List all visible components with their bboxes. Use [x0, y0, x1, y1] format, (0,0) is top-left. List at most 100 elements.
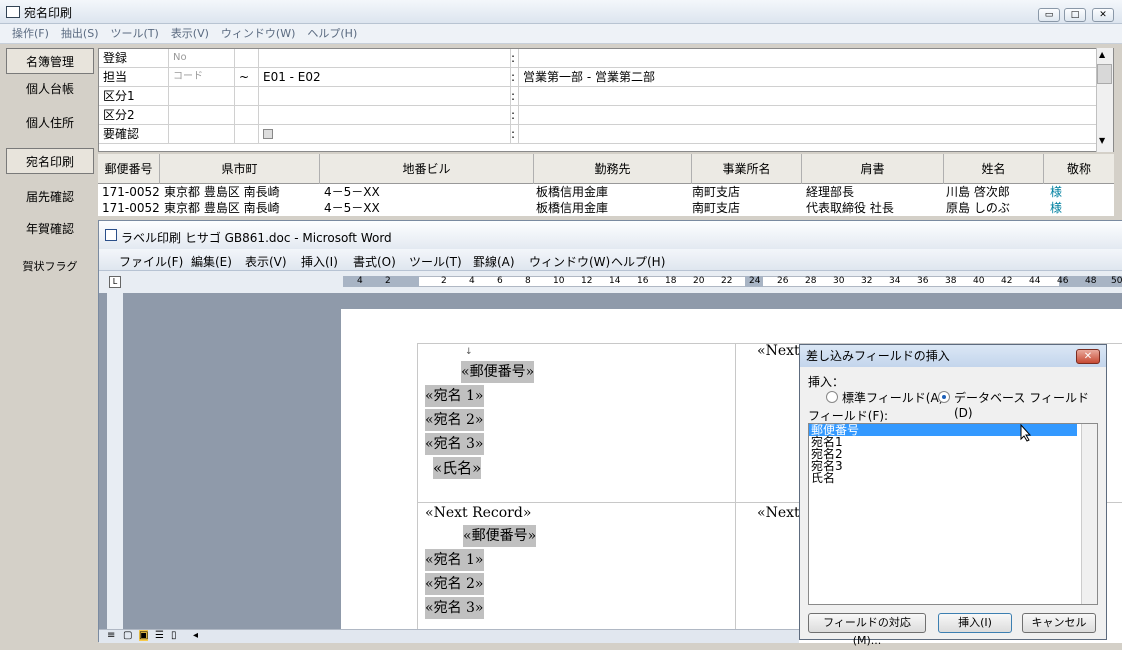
col-header[interactable]: 県市町 [160, 154, 320, 184]
form-sep: : [511, 106, 519, 124]
merge-field[interactable]: «郵便番号» [463, 525, 537, 547]
sidebar-item-kojin-daicho[interactable]: 個人台帳 [6, 76, 94, 102]
list-item[interactable]: 氏名 [809, 472, 1097, 484]
word-menu-window[interactable]: ウィンドウ(W) [529, 253, 610, 270]
form-label: 区分1 [99, 87, 169, 105]
sidebar-item-meibo[interactable]: 名簿管理 [6, 48, 94, 74]
horizontal-ruler[interactable]: L 4 2 2 4 6 8 10 12 14 16 18 20 22 24 26 28 30 32 34 36 38 40… [99, 271, 1122, 293]
next-record-field[interactable]: «Next [757, 343, 800, 359]
col-header[interactable]: 郵便番号 [98, 154, 160, 184]
col-header[interactable]: 肩書 [802, 154, 944, 184]
form-label: 担当 [99, 68, 169, 86]
form-value[interactable]: E01 - E02 [259, 68, 511, 86]
cell-street: 4－5－XX [324, 185, 380, 199]
word-title: ラベル印刷 ヒサゴ GB861.doc - Microsoft Word [121, 231, 392, 245]
cell-title: 代表取締役 社長 [806, 201, 894, 215]
word-menu-format[interactable]: 書式(O) [353, 253, 396, 270]
app-icon [6, 6, 20, 18]
view-normal-icon[interactable]: ≡ [107, 630, 115, 641]
col-header[interactable]: 地番ビル [320, 154, 534, 184]
ruler-tick-label: 36 [917, 276, 929, 286]
scroll-thumb[interactable] [1097, 64, 1112, 84]
form-value[interactable] [259, 87, 511, 105]
menu-window[interactable]: ウィンドウ(W) [221, 24, 295, 44]
ruler-tick-label: 4 [357, 276, 363, 286]
sidebar-item-atena-insatsu[interactable]: 宛名印刷 [6, 148, 94, 174]
radio-standard-field[interactable] [826, 391, 838, 403]
merge-field[interactable]: «郵便番号» [461, 361, 535, 383]
field-match-button[interactable]: フィールドの対応(M)... [808, 613, 926, 647]
merge-field[interactable]: «宛名 1» [425, 549, 484, 571]
ruler-tick-label: 14 [609, 276, 621, 286]
word-menu-help[interactable]: ヘルプ(H) [611, 253, 665, 270]
scroll-down-icon[interactable]: ▼ [1099, 136, 1105, 145]
sidebar-item-todokesaki[interactable]: 届先確認 [6, 184, 94, 210]
scroll-left-icon[interactable]: ◂ [193, 630, 198, 641]
mouse-cursor-icon [1020, 424, 1032, 442]
list-item[interactable]: 宛名2 [809, 448, 1097, 460]
dialog-close-button[interactable]: ✕ [1076, 349, 1100, 364]
close-button[interactable]: ✕ [1092, 8, 1114, 22]
minimize-button[interactable]: ▭ [1038, 8, 1060, 22]
insert-button[interactable]: 挿入(I) [938, 613, 1012, 633]
menu-view[interactable]: 表示(V) [171, 24, 209, 44]
ruler-tick-label: 2 [441, 276, 447, 286]
app-menubar: 操作(F) 抽出(S) ツール(T) 表示(V) ウィンドウ(W) ヘルプ(H) [0, 24, 1122, 44]
confirm-checkbox[interactable] [263, 129, 273, 139]
form-value[interactable] [259, 106, 511, 124]
radio-standard-label[interactable]: 標準フィールド(A) [842, 389, 943, 406]
word-menu-insert[interactable]: 挿入(I) [301, 253, 338, 270]
form-op: ~ [235, 68, 259, 86]
form-sub [169, 106, 235, 124]
fields-listbox[interactable]: 郵便番号 宛名1 宛名2 宛名3 氏名 [808, 423, 1098, 605]
maximize-button[interactable]: □ [1064, 8, 1086, 22]
col-header[interactable]: 敬称 [1044, 154, 1114, 184]
table-row[interactable]: 171-0052 東京都 豊島区 南長崎 4－5－XX 板橋信用金庫 南町支店 … [98, 184, 1114, 200]
merge-field[interactable]: «宛名 2» [425, 409, 484, 431]
word-menu-view[interactable]: 表示(V) [245, 253, 287, 270]
next-record-field[interactable]: «Next Record» [425, 505, 531, 521]
merge-field[interactable]: «宛名 3» [425, 597, 484, 619]
menu-tools[interactable]: ツール(T) [111, 24, 159, 44]
word-menu-file[interactable]: ファイル(F) [119, 253, 183, 270]
col-header[interactable]: 姓名 [944, 154, 1044, 184]
ruler-tick-label: 48 [1085, 276, 1097, 286]
view-web-icon[interactable]: ▢ [123, 630, 132, 641]
view-reading-icon[interactable]: ▯ [171, 630, 177, 641]
sidebar-item-nenga[interactable]: 年賀確認 [6, 216, 94, 242]
list-item[interactable]: 郵便番号 [809, 424, 1077, 436]
merge-field[interactable]: «氏名» [433, 457, 482, 479]
table-row[interactable]: 171-0052 東京都 豊島区 南長崎 4－5－XX 板橋信用金庫 南町支店 … [98, 200, 1114, 216]
radio-database-field[interactable] [938, 391, 950, 403]
next-record-field[interactable]: «Next [757, 505, 800, 521]
sidebar-item-kojin-jusho[interactable]: 個人住所 [6, 110, 94, 136]
form-scrollbar[interactable]: ▲ ▼ [1096, 48, 1113, 152]
view-print-icon[interactable]: ▣ [139, 630, 149, 641]
form-value[interactable] [259, 49, 511, 67]
menu-help[interactable]: ヘルプ(H) [307, 24, 357, 44]
merge-field[interactable]: «宛名 3» [425, 433, 484, 455]
ruler-tick-label: 46 [1057, 276, 1069, 286]
sidebar-item-gajo-flag[interactable]: 賀状フラグ [6, 254, 94, 280]
menu-extract[interactable]: 抽出(S) [61, 24, 99, 44]
view-outline-icon[interactable]: ☰ [155, 630, 164, 641]
col-header[interactable]: 勤務先 [534, 154, 692, 184]
radio-database-label[interactable]: データベース フィールド(D) [954, 389, 1106, 420]
word-title-bar: ラベル印刷 ヒサゴ GB861.doc - Microsoft Word [99, 221, 1122, 249]
form-sep: : [511, 68, 519, 86]
word-menu-edit[interactable]: 編集(E) [191, 253, 232, 270]
col-header[interactable]: 事業所名 [692, 154, 802, 184]
list-item[interactable]: 宛名1 [809, 436, 1097, 448]
cell-office: 南町支店 [692, 201, 741, 215]
merge-field[interactable]: «宛名 2» [425, 573, 484, 595]
scroll-up-icon[interactable]: ▲ [1099, 50, 1105, 59]
fields-label: フィールド(F): [808, 409, 889, 423]
list-scrollbar[interactable] [1081, 424, 1097, 604]
menu-operate[interactable]: 操作(F) [12, 24, 49, 44]
cancel-button[interactable]: キャンセル [1022, 613, 1096, 633]
word-menu-tools[interactable]: ツール(T) [409, 253, 462, 270]
merge-field[interactable]: «宛名 1» [425, 385, 484, 407]
word-menu-table[interactable]: 罫線(A) [473, 253, 515, 270]
list-item[interactable]: 宛名3 [809, 460, 1097, 472]
form-sep: : [511, 49, 519, 67]
